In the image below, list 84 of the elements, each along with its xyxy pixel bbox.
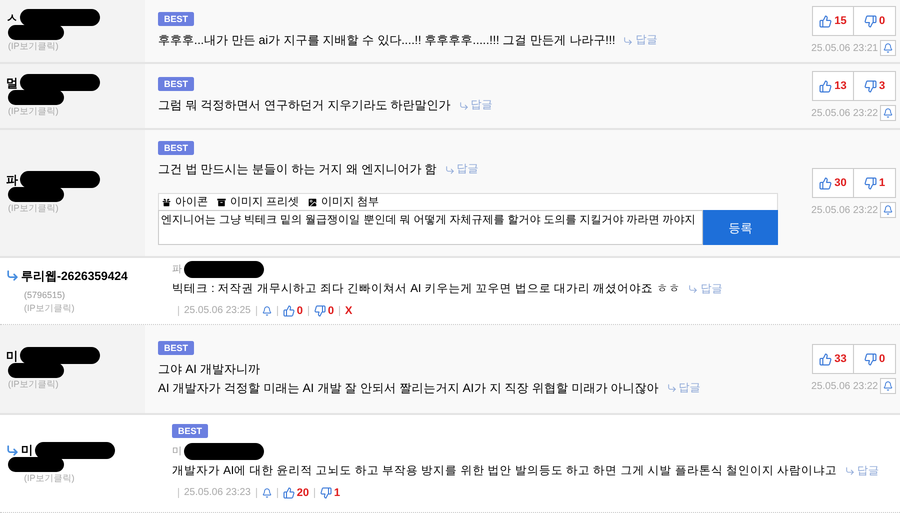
reply-arrow-icon [688,284,698,294]
reply-arrow-icon [666,383,677,393]
best-badge: BEST [158,12,194,26]
comment-textarea[interactable]: 엔지니어는 그냥 빅테크 밑의 월급쟁이일 뿐인데 뭐 어떻게 자체규제를 할거야 도의를 지킬거야 까라면 까야지 [158,210,703,245]
upvote-button[interactable]: 33 [812,344,854,374]
comment-text: 그건 법 만드시는 분들이 하는 거지 왜 엔지니어가 함 [158,161,437,178]
downvote-button[interactable]: 0 [314,300,334,322]
thumbs-up-icon [819,352,832,366]
redaction-mark [8,362,64,378]
author-name[interactable]: 멀 [6,74,18,92]
author-name[interactable]: 파 [6,170,18,189]
comment-text: 개발자가 AI에 대한 윤리적 고뇌도 하고 부작용 방지를 위한 법안 발의등도 하고 하면 그게 시발 플라톤식 철인이지 사람이냐고 [172,464,838,478]
author-name[interactable]: 루리웹-2626359424 [21,266,128,284]
bell-icon [883,108,893,118]
toolbar-button[interactable]: 아이콘 [161,194,208,210]
image-icon [307,196,318,208]
redaction-mark [8,186,64,202]
upvote-button[interactable]: 13 [812,71,854,101]
submit-button[interactable]: 등록 [703,210,778,245]
box-icon [216,196,227,208]
timestamp: 25.05.06 23:25 [184,304,251,318]
timestamp: 25.05.06 23:22 [811,204,878,218]
reply-arrow-icon [6,269,19,282]
quoted-author: 미 [172,444,182,458]
downvote-button[interactable]: 3 [854,71,896,101]
thumbs-down-icon [314,304,326,316]
toolbar-button[interactable]: 이미지 첨부 [307,194,380,210]
comment-text: AI 개발자가 걱정할 미래는 AI 개발 잘 안되서 짤리는거지 AI가 지 직장 위협할 미래가 아니잖아 [158,380,659,396]
downvote-button[interactable]: 0 [854,344,896,374]
notify-button[interactable] [880,378,896,394]
upvote-button[interactable]: 30 [812,168,854,198]
thumbs-up-icon [819,14,832,28]
reply-arrow-icon [6,444,19,457]
redaction-mark [8,457,64,472]
delete-button[interactable]: X [344,300,352,322]
redaction-mark [8,90,64,105]
bell-icon [883,205,893,215]
bell-icon[interactable] [262,306,272,316]
upvote-button[interactable]: 20 [282,482,309,504]
textarea-text: 엔지니어는 그냥 빅테크 밑의 월급쟁이일 뿐인데 뭐 어떻게 자체규제를 할거야 도의를 지킬거야 까라면 까야지 [161,213,696,228]
upvote-button[interactable]: 15 [812,6,854,36]
timestamp: 25.05.06 23:22 [811,380,878,394]
comment-text: 그야 AI 개발자니까 [158,360,260,378]
bell-icon [883,381,893,391]
author-name[interactable]: ㅅ [6,8,18,27]
thumbs-up-icon [282,304,295,316]
notify-button[interactable] [880,202,896,218]
thumbs-down-icon [864,80,877,92]
best-badge: BEST [158,340,194,354]
gift-icon [161,196,172,208]
upvote-button[interactable]: 0 [282,300,303,322]
reply-arrow-icon [444,164,455,174]
quoted-author: 파 [172,262,182,276]
downvote-button[interactable]: 1 [320,482,340,504]
thumbs-down-icon [864,352,877,366]
thumbs-down-icon [864,14,877,28]
downvote-button[interactable]: 1 [854,168,896,198]
comment-text: 빅테크 : 저작권 개무시하고 죄다 긴빠이쳐서 AI 키우는게 꼬우면 법으로 대가리 깨셨어야죠 ㅎㅎ [172,282,680,296]
reply-arrow-icon [458,100,469,110]
thumbs-up-icon [282,486,295,498]
toolbar-button[interactable]: 이미지 프리셋 [216,194,300,210]
notify-button[interactable] [880,40,896,56]
downvote-button[interactable]: 0 [854,6,896,36]
best-badge: BEST [172,424,208,438]
thumbs-up-icon [819,80,832,92]
thumbs-up-icon [819,176,832,190]
comment-text: 후후후...내가 만든 ai가 지구를 지배할 수 있다....!! 후후후후.....!!! 그걸 만든게 나라구!!! [158,32,616,49]
thumbs-down-icon [320,486,332,498]
thumbs-down-icon [864,176,877,190]
reply-arrow-icon [845,466,856,476]
author-name[interactable]: 미 [6,346,18,365]
notify-button[interactable] [880,105,896,121]
best-badge: BEST [158,141,194,155]
timestamp: 25.05.06 23:23 [184,486,251,500]
reply-arrow-icon [623,36,634,46]
timestamp: 25.05.06 23:21 [811,42,878,56]
author-name[interactable]: 미 [21,441,33,460]
member-id: (5796515) [23,288,66,302]
bell-icon [883,43,893,53]
redaction-mark [8,24,64,40]
comment-text: 그럼 뭐 걱정하면서 연구하던거 지우기라도 하란말인가 [158,97,451,114]
best-badge: BEST [158,77,194,91]
timestamp: 25.05.06 23:22 [811,106,878,120]
bell-icon[interactable] [262,488,272,498]
